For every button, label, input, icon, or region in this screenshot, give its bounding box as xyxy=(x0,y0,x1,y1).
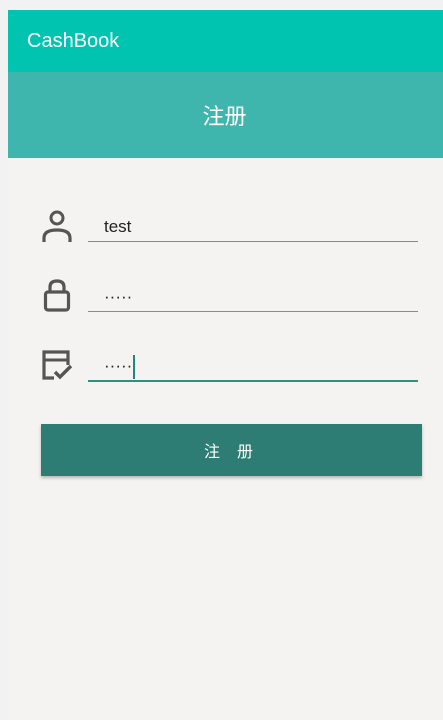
page-title: 注册 xyxy=(202,105,247,130)
username-value: test xyxy=(104,217,132,236)
person-icon xyxy=(40,208,74,242)
register-button[interactable]: 注 册 xyxy=(41,424,422,476)
screen: CashBook 注册 test ····· ····· 注 册 xyxy=(0,0,443,720)
confirm-password-row: ····· xyxy=(40,342,418,386)
lock-icon xyxy=(40,278,74,312)
app-title: CashBook xyxy=(27,29,120,52)
form-container: test ····· ····· 注 册 xyxy=(8,158,443,720)
username-field[interactable]: test xyxy=(88,202,418,242)
username-row: test xyxy=(40,202,418,246)
password-row: ····· xyxy=(40,272,418,316)
confirm-password-field[interactable]: ····· xyxy=(88,342,418,382)
checkbox-verify-icon xyxy=(40,348,74,382)
password-value: ····· xyxy=(104,287,133,306)
password-field[interactable]: ····· xyxy=(88,272,418,312)
app-bar: CashBook xyxy=(8,10,443,72)
text-cursor xyxy=(133,355,136,379)
confirm-password-value: ····· xyxy=(104,356,133,375)
page-header: 注册 xyxy=(8,72,443,158)
